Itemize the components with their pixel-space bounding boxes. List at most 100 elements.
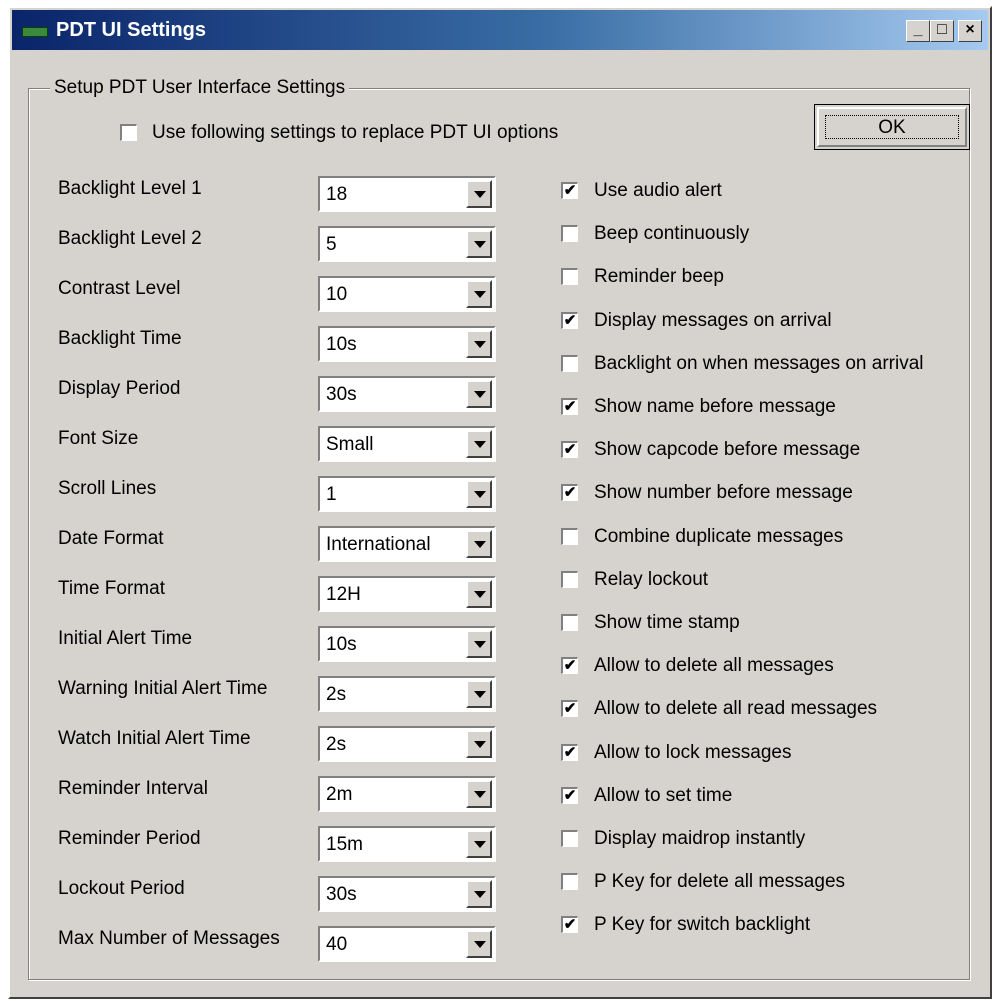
maximize-button[interactable]: □ [930, 20, 954, 42]
dropdown-arrow-icon[interactable] [466, 830, 492, 858]
option-checkbox[interactable] [561, 268, 578, 285]
dropdown-arrow-icon[interactable] [466, 930, 492, 958]
groupbox-label: Setup PDT User Interface Settings [50, 76, 350, 100]
option-checkbox[interactable]: ✔ [561, 700, 578, 717]
setting-value: 40 [326, 934, 348, 955]
option-label: Allow to delete all read messages [594, 698, 878, 719]
close-button[interactable]: × [958, 20, 982, 42]
option-checkbox[interactable] [561, 225, 578, 242]
setting-label: Reminder Period [58, 828, 201, 849]
setting-value: 2s [326, 684, 347, 705]
replace-options-label: Use following settings to replace PDT UI… [152, 122, 559, 143]
setting-value: 30s [326, 884, 357, 905]
setting-label: Contrast Level [58, 278, 181, 299]
ok-button-bevel: OK [817, 107, 967, 147]
option-checkbox[interactable]: ✔ [561, 787, 578, 804]
setting-dropdown[interactable]: 30s [318, 376, 496, 412]
dropdown-arrow-icon[interactable] [466, 330, 492, 358]
setting-label: Warning Initial Alert Time [58, 678, 268, 699]
setting-label: Backlight Level 2 [58, 228, 202, 249]
setting-dropdown[interactable]: 18 [318, 176, 496, 212]
setting-dropdown[interactable]: 2s [318, 676, 496, 712]
setting-value: 2s [326, 734, 347, 755]
setting-dropdown[interactable]: 2m [318, 776, 496, 812]
setting-label: Font Size [58, 428, 139, 449]
dropdown-arrow-icon[interactable] [466, 230, 492, 258]
setting-dropdown[interactable]: 12H [318, 576, 496, 612]
option-checkbox[interactable]: ✔ [561, 312, 578, 329]
setting-dropdown[interactable]: 40 [318, 926, 496, 962]
option-label: Combine duplicate messages [594, 526, 844, 547]
setting-dropdown[interactable]: 10 [318, 276, 496, 312]
option-label: Use audio alert [594, 180, 722, 201]
setting-value: 30s [326, 384, 357, 405]
dropdown-arrow-icon[interactable] [466, 380, 492, 408]
option-checkbox[interactable]: ✔ [561, 398, 578, 415]
setting-value: International [326, 534, 431, 555]
app-icon [22, 27, 48, 37]
setting-dropdown[interactable]: 10s [318, 626, 496, 662]
dropdown-arrow-icon[interactable] [466, 530, 492, 558]
option-checkbox[interactable]: ✔ [561, 657, 578, 674]
dropdown-arrow-icon[interactable] [466, 430, 492, 458]
setting-value: 10s [326, 634, 357, 655]
dropdown-arrow-icon[interactable] [466, 280, 492, 308]
setting-label: Scroll Lines [58, 478, 157, 499]
option-label: Display maidrop instantly [594, 828, 806, 849]
option-checkbox[interactable] [561, 830, 578, 847]
option-label: Allow to lock messages [594, 742, 792, 763]
setting-value: 10s [326, 334, 357, 355]
setting-value: 18 [326, 184, 348, 205]
option-checkbox[interactable]: ✔ [561, 744, 578, 761]
dropdown-arrow-icon[interactable] [466, 880, 492, 908]
option-label: Allow to delete all messages [594, 655, 834, 676]
setting-dropdown[interactable]: International [318, 526, 496, 562]
option-label: P Key for switch backlight [594, 914, 811, 935]
option-checkbox[interactable] [561, 571, 578, 588]
option-checkbox[interactable]: ✔ [561, 182, 578, 199]
setting-label: Backlight Level 1 [58, 178, 202, 199]
minimize-button[interactable]: _ [906, 20, 930, 42]
setting-value: 10 [326, 284, 348, 305]
option-checkbox[interactable]: ✔ [561, 484, 578, 501]
setting-dropdown[interactable]: 1 [318, 476, 496, 512]
option-checkbox[interactable] [561, 528, 578, 545]
ok-button[interactable]: OK [814, 104, 970, 150]
setting-dropdown[interactable]: 10s [318, 326, 496, 362]
dropdown-arrow-icon[interactable] [466, 580, 492, 608]
setting-dropdown[interactable]: Small [318, 426, 496, 462]
setting-label: Initial Alert Time [58, 628, 193, 649]
option-checkbox[interactable]: ✔ [561, 441, 578, 458]
dropdown-arrow-icon[interactable] [466, 180, 492, 208]
setting-dropdown[interactable]: 15m [318, 826, 496, 862]
option-checkbox[interactable]: ✔ [561, 916, 578, 933]
setting-value: 1 [326, 484, 337, 505]
dropdown-arrow-icon[interactable] [466, 680, 492, 708]
option-label: Backlight on when messages on arrival [594, 353, 924, 374]
setting-label: Display Period [58, 378, 181, 399]
dropdown-arrow-icon[interactable] [466, 730, 492, 758]
option-label: Show name before message [594, 396, 836, 417]
setting-dropdown[interactable]: 2s [318, 726, 496, 762]
option-checkbox[interactable] [561, 355, 578, 372]
option-checkbox[interactable] [561, 614, 578, 631]
dropdown-arrow-icon[interactable] [466, 780, 492, 808]
setting-value: 2m [326, 784, 353, 805]
setting-value: 12H [326, 584, 361, 605]
dropdown-arrow-icon[interactable] [466, 480, 492, 508]
option-label: Show time stamp [594, 612, 740, 633]
setting-label: Watch Initial Alert Time [58, 728, 251, 749]
setting-dropdown[interactable]: 30s [318, 876, 496, 912]
title-bar[interactable]: PDT UI Settings _ □ × [12, 10, 988, 50]
option-label: Show capcode before message [594, 439, 861, 460]
ok-button-label: OK [825, 115, 959, 139]
option-label: Beep continuously [594, 223, 750, 244]
option-checkbox[interactable] [561, 873, 578, 890]
setting-label: Backlight Time [58, 328, 182, 349]
setting-label: Date Format [58, 528, 164, 549]
replace-options-checkbox[interactable] [120, 124, 137, 141]
setting-label: Max Number of Messages [58, 928, 280, 949]
setting-dropdown[interactable]: 5 [318, 226, 496, 262]
option-label: P Key for delete all messages [594, 871, 846, 892]
dropdown-arrow-icon[interactable] [466, 630, 492, 658]
